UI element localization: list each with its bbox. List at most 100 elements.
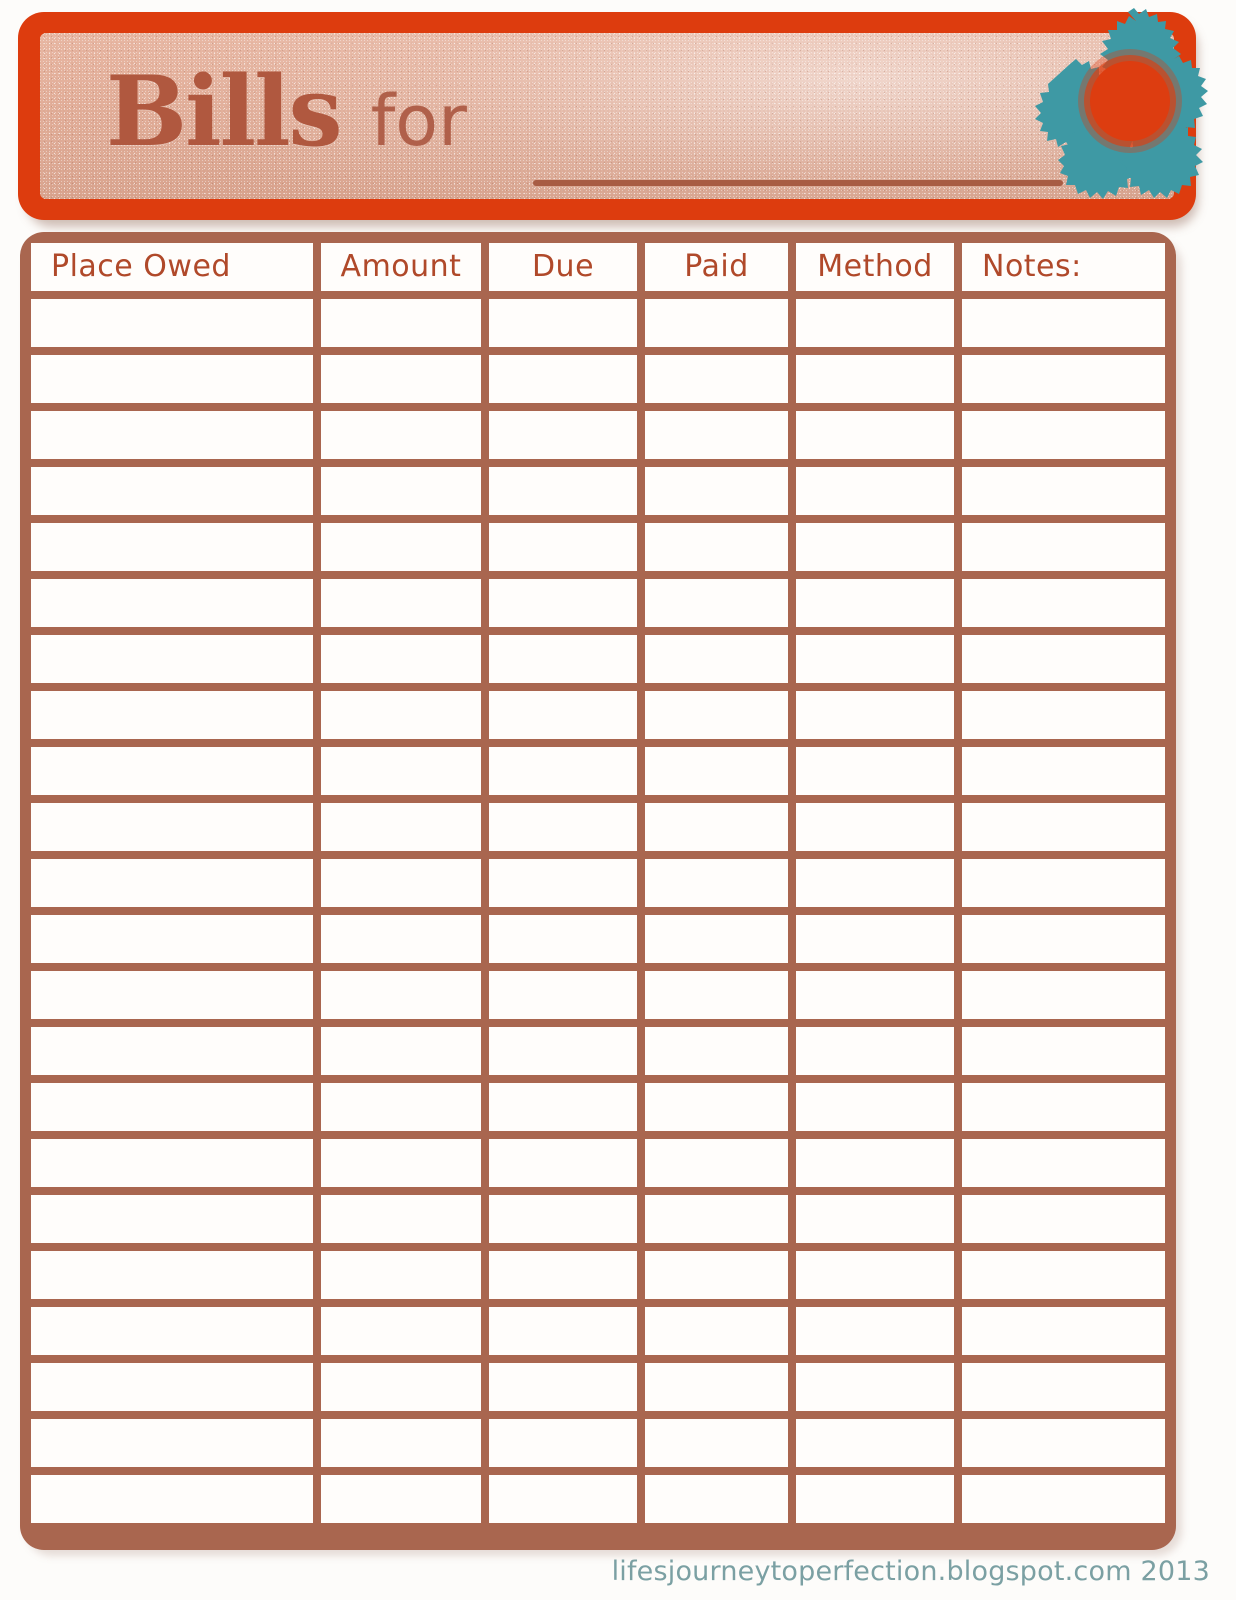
table-cell-place-owed[interactable] <box>31 1307 313 1355</box>
table-cell-place-owed[interactable] <box>31 691 313 739</box>
table-cell-method[interactable] <box>796 355 954 403</box>
table-cell-method[interactable] <box>796 803 954 851</box>
table-cell-place-owed[interactable] <box>31 299 313 347</box>
table-cell-method[interactable] <box>796 1363 954 1411</box>
table-cell-due[interactable] <box>489 1027 637 1075</box>
table-cell-amount[interactable] <box>321 1083 481 1131</box>
table-cell-amount[interactable] <box>321 1195 481 1243</box>
table-cell-amount[interactable] <box>321 467 481 515</box>
table-cell-paid[interactable] <box>645 1139 788 1187</box>
table-cell-method[interactable] <box>796 579 954 627</box>
table-cell-due[interactable] <box>489 1083 637 1131</box>
table-cell-method[interactable] <box>796 1139 954 1187</box>
table-cell-paid[interactable] <box>645 523 788 571</box>
table-cell-notes[interactable] <box>962 411 1165 459</box>
table-cell-notes[interactable] <box>962 635 1165 683</box>
table-cell-due[interactable] <box>489 1363 637 1411</box>
table-cell-place-owed[interactable] <box>31 635 313 683</box>
month-blank-line[interactable] <box>533 180 1063 186</box>
table-cell-method[interactable] <box>796 971 954 1019</box>
table-cell-paid[interactable] <box>645 299 788 347</box>
table-cell-paid[interactable] <box>645 411 788 459</box>
table-cell-notes[interactable] <box>962 299 1165 347</box>
table-cell-place-owed[interactable] <box>31 523 313 571</box>
table-cell-due[interactable] <box>489 355 637 403</box>
table-cell-notes[interactable] <box>962 355 1165 403</box>
table-cell-amount[interactable] <box>321 1251 481 1299</box>
table-cell-due[interactable] <box>489 747 637 795</box>
table-cell-notes[interactable] <box>962 1475 1165 1523</box>
table-cell-paid[interactable] <box>645 1363 788 1411</box>
table-cell-amount[interactable] <box>321 691 481 739</box>
table-cell-place-owed[interactable] <box>31 747 313 795</box>
table-cell-place-owed[interactable] <box>31 579 313 627</box>
table-cell-paid[interactable] <box>645 691 788 739</box>
table-cell-amount[interactable] <box>321 523 481 571</box>
table-cell-notes[interactable] <box>962 747 1165 795</box>
table-cell-due[interactable] <box>489 803 637 851</box>
table-cell-method[interactable] <box>796 1419 954 1467</box>
table-cell-method[interactable] <box>796 1475 954 1523</box>
table-cell-place-owed[interactable] <box>31 971 313 1019</box>
table-cell-paid[interactable] <box>645 1195 788 1243</box>
table-cell-paid[interactable] <box>645 635 788 683</box>
table-cell-paid[interactable] <box>645 467 788 515</box>
table-cell-place-owed[interactable] <box>31 355 313 403</box>
table-cell-amount[interactable] <box>321 971 481 1019</box>
table-cell-method[interactable] <box>796 747 954 795</box>
table-cell-amount[interactable] <box>321 1363 481 1411</box>
table-cell-method[interactable] <box>796 1027 954 1075</box>
table-cell-amount[interactable] <box>321 355 481 403</box>
table-cell-place-owed[interactable] <box>31 1419 313 1467</box>
table-cell-due[interactable] <box>489 467 637 515</box>
table-cell-place-owed[interactable] <box>31 1027 313 1075</box>
table-cell-due[interactable] <box>489 1419 637 1467</box>
table-cell-amount[interactable] <box>321 1027 481 1075</box>
table-cell-paid[interactable] <box>645 1419 788 1467</box>
table-cell-due[interactable] <box>489 1251 637 1299</box>
table-cell-paid[interactable] <box>645 803 788 851</box>
table-cell-notes[interactable] <box>962 467 1165 515</box>
table-cell-due[interactable] <box>489 971 637 1019</box>
table-cell-notes[interactable] <box>962 1027 1165 1075</box>
table-cell-method[interactable] <box>796 859 954 907</box>
table-cell-due[interactable] <box>489 635 637 683</box>
table-cell-notes[interactable] <box>962 971 1165 1019</box>
table-cell-notes[interactable] <box>962 691 1165 739</box>
table-cell-notes[interactable] <box>962 1419 1165 1467</box>
table-cell-amount[interactable] <box>321 579 481 627</box>
table-cell-notes[interactable] <box>962 1195 1165 1243</box>
table-cell-due[interactable] <box>489 1139 637 1187</box>
table-cell-notes[interactable] <box>962 803 1165 851</box>
table-cell-due[interactable] <box>489 915 637 963</box>
table-cell-amount[interactable] <box>321 635 481 683</box>
table-cell-place-owed[interactable] <box>31 1475 313 1523</box>
table-cell-paid[interactable] <box>645 1083 788 1131</box>
table-cell-method[interactable] <box>796 467 954 515</box>
table-cell-method[interactable] <box>796 411 954 459</box>
table-cell-amount[interactable] <box>321 1475 481 1523</box>
table-cell-place-owed[interactable] <box>31 1363 313 1411</box>
table-cell-method[interactable] <box>796 1307 954 1355</box>
table-cell-notes[interactable] <box>962 579 1165 627</box>
table-cell-method[interactable] <box>796 1251 954 1299</box>
table-cell-notes[interactable] <box>962 1251 1165 1299</box>
table-cell-notes[interactable] <box>962 1083 1165 1131</box>
table-cell-notes[interactable] <box>962 1307 1165 1355</box>
table-cell-place-owed[interactable] <box>31 1251 313 1299</box>
table-cell-paid[interactable] <box>645 1475 788 1523</box>
table-cell-due[interactable] <box>489 1475 637 1523</box>
table-cell-paid[interactable] <box>645 579 788 627</box>
table-cell-due[interactable] <box>489 1307 637 1355</box>
table-cell-paid[interactable] <box>645 1307 788 1355</box>
table-cell-amount[interactable] <box>321 1419 481 1467</box>
table-cell-due[interactable] <box>489 691 637 739</box>
table-cell-amount[interactable] <box>321 1307 481 1355</box>
table-cell-paid[interactable] <box>645 915 788 963</box>
table-cell-place-owed[interactable] <box>31 411 313 459</box>
table-cell-method[interactable] <box>796 299 954 347</box>
table-cell-notes[interactable] <box>962 859 1165 907</box>
table-cell-paid[interactable] <box>645 1027 788 1075</box>
table-cell-due[interactable] <box>489 411 637 459</box>
table-cell-paid[interactable] <box>645 747 788 795</box>
